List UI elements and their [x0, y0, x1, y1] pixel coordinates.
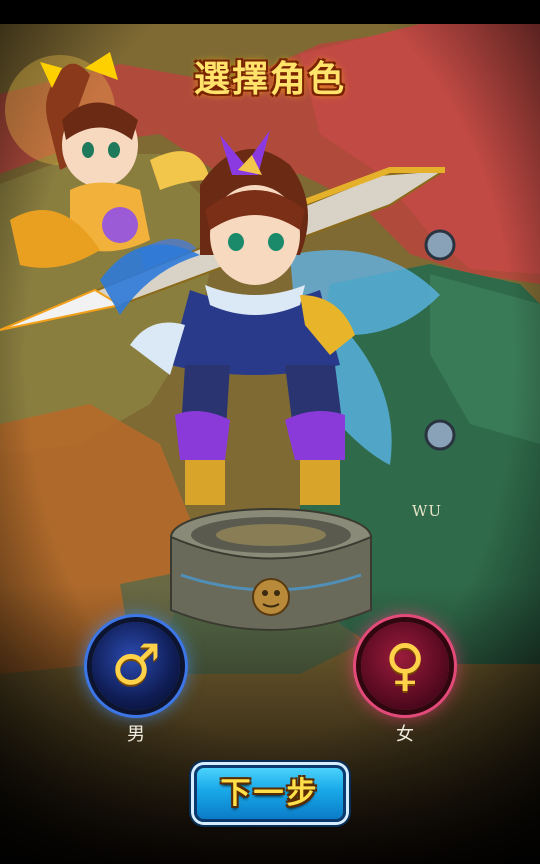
male-gender-button[interactable]: ♂ — [92, 622, 180, 710]
male-symbol-icon: ♂ — [110, 633, 162, 698]
next-step-button[interactable]: 下一步 — [194, 765, 346, 822]
female-gender-label: 女 — [396, 724, 414, 745]
character-pedestal — [166, 505, 376, 645]
female-symbol-icon: ♀ — [384, 633, 426, 698]
status-bar — [0, 0, 540, 24]
character-select-screen: 選擇角色 WU ♂ 男 ♀ 女 下一步 — [0, 0, 540, 864]
female-gender-button[interactable]: ♀ — [361, 622, 449, 710]
map-region-label: WU — [412, 502, 443, 520]
hero-character-art — [0, 115, 480, 565]
next-step-button-label: 下一步 — [220, 776, 320, 811]
male-gender-label: 男 — [127, 724, 145, 745]
page-title: 選擇角色 — [193, 59, 346, 100]
